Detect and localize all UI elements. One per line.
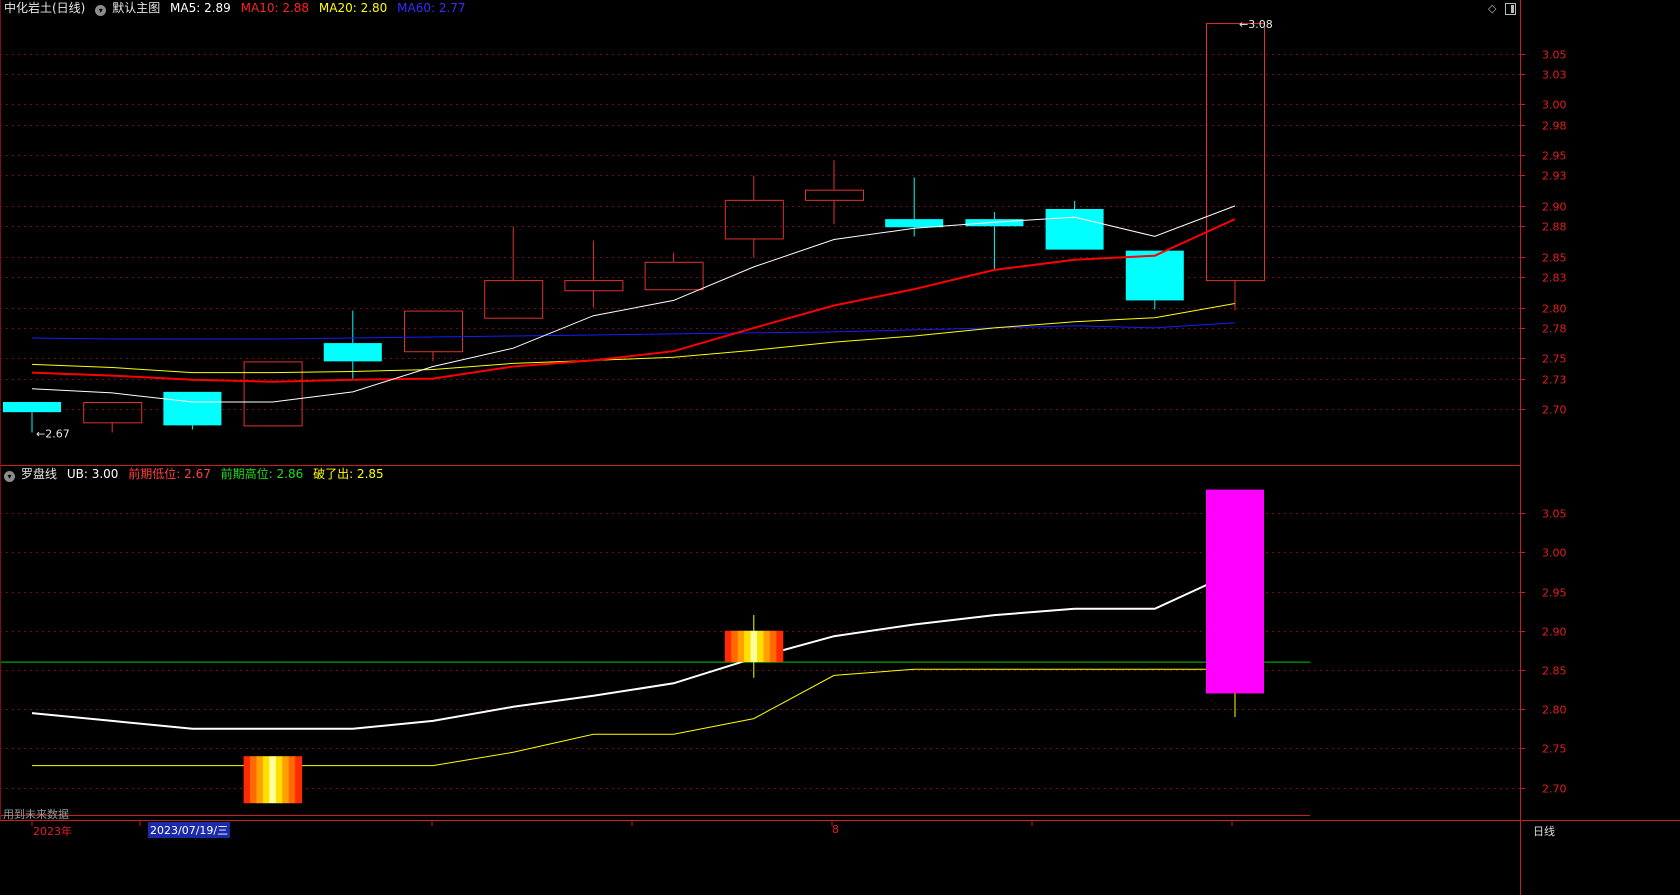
stock-title: 中化岩土(日线)	[4, 1, 86, 15]
extreme-price-annotation: ←3.08	[1239, 18, 1273, 31]
indicator-title[interactable]: 罗盘线	[21, 467, 57, 481]
price-tick-label: 3.05	[1542, 49, 1567, 62]
candle-body-up	[243, 361, 303, 427]
price-tick-label: 3.00	[1542, 99, 1567, 112]
indicator-header: ▾ 罗盘线 UB: 3.00 前期低位: 2.67 前期高位: 2.86 破了出:…	[4, 466, 390, 482]
prev-low-marker-stripe	[282, 756, 290, 804]
prev-high-marker-stripe	[763, 630, 771, 663]
price-tick-label: 2.80	[1542, 303, 1567, 316]
price-tick-label: 2.85	[1542, 252, 1567, 265]
panel-toggle-icon[interactable]	[1505, 3, 1516, 15]
price-tick-label: 2.95	[1542, 150, 1567, 163]
indicator-tick-label: 2.95	[1542, 587, 1567, 600]
candle-body-up	[644, 261, 704, 291]
ma60-line	[31, 322, 1236, 340]
price-tick-label: 3.03	[1542, 69, 1567, 82]
price-tick-label: 2.83	[1542, 272, 1567, 285]
prev-high-marker-stripe	[737, 630, 745, 663]
candle-body-up	[805, 189, 864, 201]
year-label: 2023年	[33, 825, 72, 838]
prev-high-label: 前期高位: 2.86	[220, 467, 304, 481]
candle-body-up	[83, 402, 143, 424]
ma60-label: MA60: 2.77	[397, 1, 466, 15]
ub-label: UB: 3.00	[66, 467, 119, 481]
extreme-price-annotation: ←2.67	[36, 427, 70, 440]
price-tick-label: 2.98	[1542, 120, 1567, 133]
diamond-icon[interactable]: ◇	[1488, 2, 1496, 15]
future-data-note: 用到未来数据	[3, 808, 69, 821]
candle-body-down	[323, 343, 382, 362]
ma10-label: MA10: 2.88	[240, 1, 310, 15]
prev-low-label: 前期低位: 2.67	[128, 467, 211, 481]
price-tick-label: 2.73	[1542, 374, 1567, 387]
indicator-tick-label: 2.70	[1542, 783, 1567, 796]
indicator-tick-label: 2.80	[1542, 704, 1567, 717]
price-tick-label: 2.70	[1542, 404, 1567, 417]
candle-body-down	[163, 391, 222, 426]
candle-body-up	[484, 280, 544, 319]
month-label: 8	[832, 823, 839, 836]
candle-body-up	[404, 310, 463, 353]
candle-body-down	[1125, 250, 1184, 301]
indicator-tick-label: 3.00	[1542, 547, 1567, 560]
prev-low-marker-stripe	[250, 756, 257, 804]
price-tick-label: 2.75	[1542, 353, 1567, 366]
candle-body-up	[564, 280, 624, 292]
prev-high-marker-stripe	[757, 630, 764, 663]
indicator-tick-label: 2.75	[1542, 743, 1567, 756]
prev-low-marker-stripe	[288, 756, 296, 804]
candle-body-down	[885, 219, 944, 228]
prev-high-marker-stripe	[744, 630, 752, 663]
prev-high-marker-stripe	[750, 630, 758, 663]
ma20-label: MA20: 2.80	[318, 1, 388, 15]
prev-low-marker-stripe	[243, 756, 251, 804]
prev-high-marker-stripe	[776, 630, 784, 663]
prev-high-marker-stripe	[724, 630, 732, 663]
prev-low-marker-stripe	[295, 756, 303, 804]
prev-low-marker-stripe	[262, 756, 270, 804]
cursor-date-label: 2023/07/19/三	[148, 822, 231, 838]
indicator-tick-label: 2.85	[1542, 665, 1567, 678]
price-tick-label: 2.78	[1542, 323, 1567, 336]
candle-body-down	[1045, 208, 1104, 250]
candle-body-down	[3, 402, 61, 413]
prev-high-marker-stripe	[731, 630, 739, 663]
template-label[interactable]: 默认主图	[112, 1, 160, 15]
price-tick-label: 2.88	[1542, 221, 1567, 234]
break-out-label: 破了出: 2.85	[313, 467, 384, 481]
prev-low-marker-stripe	[275, 756, 283, 804]
prev-low-marker-stripe	[256, 756, 264, 804]
indicator-dropdown-icon[interactable]: ▾	[4, 471, 15, 482]
main-chart-header: 中化岩土(日线) ▾ 默认主图 MA5: 2.89 MA10: 2.88 MA20…	[4, 0, 472, 16]
break-out-line	[32, 668, 1235, 767]
period-label[interactable]: 日线	[1533, 823, 1555, 839]
indicator-tick-label: 2.90	[1542, 626, 1567, 639]
candle-body-up	[1206, 23, 1265, 282]
indicator-tick-label: 3.05	[1542, 508, 1567, 521]
signal-bar	[1206, 489, 1264, 694]
ma20-line	[31, 303, 1236, 374]
price-tick-label: 2.90	[1542, 201, 1567, 214]
ma5-label: MA5: 2.89	[170, 1, 231, 15]
price-tick-label: 2.93	[1542, 170, 1567, 183]
candle-body-down	[965, 219, 1024, 227]
kline-chart[interactable]: ←2.67 ←3.08 2.70 2.73 2.75 2.78 2.80 2.83 2.85 2…	[0, 0, 1680, 895]
prev-low-marker-stripe	[269, 756, 277, 804]
template-dropdown-icon[interactable]: ▾	[95, 5, 107, 16]
prev-high-marker-stripe	[769, 630, 777, 663]
ub-line	[31, 570, 1236, 730]
